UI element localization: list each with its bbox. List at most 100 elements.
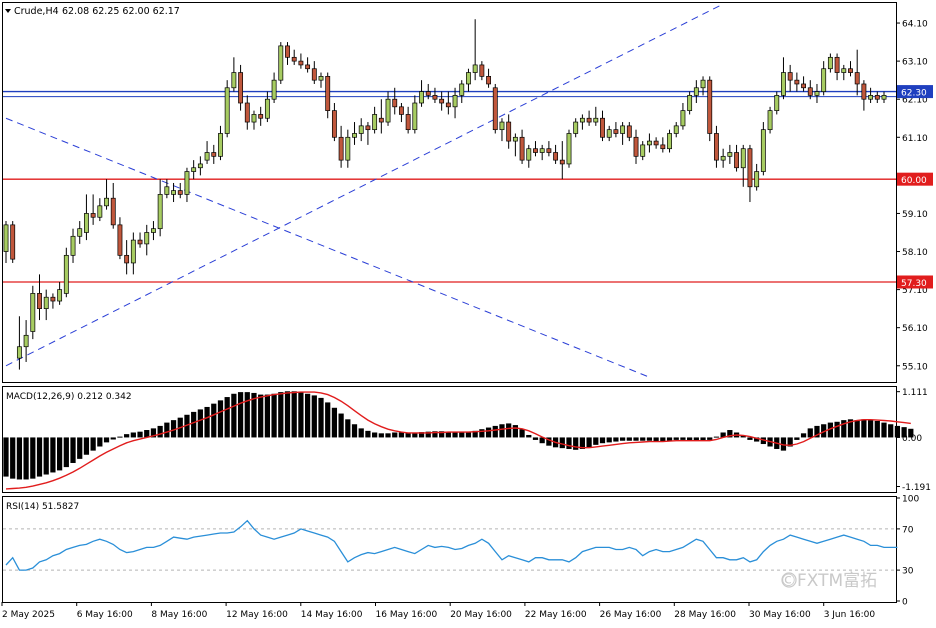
macd-bar [619,437,626,441]
macd-bar [593,437,599,445]
macd-bar [325,402,331,438]
level-label-text: 60.00 [901,176,927,186]
candle-body [526,148,532,161]
time-tick-label: 30 May 16:00 [749,610,811,620]
candle-body [646,140,652,146]
macd-bar [673,437,679,440]
candle-body [781,72,786,96]
time-tick-label: 22 May 16:00 [525,610,587,620]
candle-body [57,289,63,302]
candle-body [3,224,9,252]
candle-body [251,114,257,123]
candle-body [445,102,451,108]
macd-bar [110,437,116,440]
candle-body [774,95,780,111]
candle-body [191,167,197,172]
macd-bar [264,394,271,438]
candle-body [278,45,284,81]
macd-bar [807,428,813,438]
candle-body [157,194,163,230]
macd-bar [398,432,405,438]
macd-bar [566,437,572,449]
macd-bar [680,437,686,440]
candle-body [311,68,317,81]
candle-body [291,56,297,62]
macd-bar [633,437,639,441]
ohlc-header: 62.08 62.25 62.00 62.17 [62,6,180,17]
candle-body [506,121,512,142]
candle-body [673,125,679,134]
candle-body [452,95,458,108]
macd-bar [888,424,894,438]
rsi-label: RSI(14) 51.5827 [6,502,79,512]
macd-bar [197,409,203,438]
candle-body [720,155,726,161]
price-tick-label: 59.10 [902,210,928,220]
candle-body [861,83,867,100]
macd-bar [217,400,224,438]
macd-bar [10,437,16,479]
candle-body [130,239,136,264]
macd-bar [284,391,291,438]
macd-bar [499,424,505,438]
macd-bar [130,432,136,438]
candle-body [834,56,840,73]
candle-body [231,72,237,89]
macd-bar [506,423,512,438]
candle-body [566,133,572,165]
macd-bar [23,437,29,480]
candle-body [164,186,170,195]
macd-bar [640,437,646,441]
macd-tick-label: -1.191 [902,483,931,493]
candle-body [439,98,445,104]
macd-label: MACD(12,26,9) 0.212 0.342 [6,392,132,402]
macd-bar [372,432,378,438]
candle-body [378,117,384,123]
macd-bar [747,437,753,440]
candle-body [77,228,83,237]
candle-body [801,83,807,89]
candle-body [606,129,612,138]
candle-body [787,72,793,81]
candle-body [70,235,76,256]
candle-body [144,232,150,245]
candle-body [325,76,331,111]
macd-bar [83,437,90,455]
macd-bar [204,406,210,438]
candle-body [868,95,874,100]
time-tick-label: 3 Jun 16:00 [824,610,876,620]
candle-body [848,68,853,73]
macd-bar [586,437,592,448]
macd-bar [599,437,606,444]
candle-body [767,110,773,131]
macd-bar [304,393,311,438]
candle-body [533,148,538,153]
price-tick-label: 56.10 [902,324,928,334]
candle-body [399,106,404,115]
price-tick-label: 55.10 [902,362,928,372]
chart-canvas[interactable]: 64.1063.1062.1061.1060.0059.1058.1057.10… [0,0,936,624]
macd-bar [646,437,653,441]
time-tick-label: 2 May 2025 [2,610,55,620]
macd-bar [613,437,619,442]
candle-body [419,91,424,104]
candle-body [633,136,639,157]
macd-bar [103,437,110,443]
candle-body [385,98,391,123]
macd-bar [191,411,197,438]
macd-bar [271,393,277,438]
candle-body [365,125,371,131]
macd-bar [16,437,23,480]
macd-bar [237,392,244,438]
symbol-header[interactable]: Crude,H4 62.08 62.25 62.00 62.17 [5,6,180,17]
candle-body [714,133,719,161]
candle-body [667,133,672,150]
level-label-text: 57.30 [901,279,927,289]
macd-bar [365,430,371,438]
watermark-text: ©FXTM富拓 [780,571,877,591]
macd-bar [867,420,874,438]
macd-bar [794,437,800,440]
candle-body [559,159,565,165]
candle-body [466,72,471,85]
rsi-tick-label: 0 [902,598,908,608]
